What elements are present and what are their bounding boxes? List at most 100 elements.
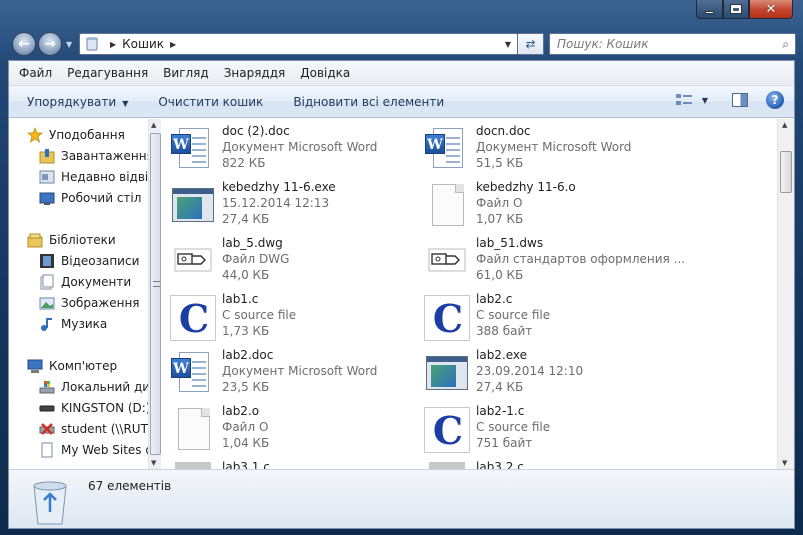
sidebar-item-music[interactable]: Музика [39,314,107,334]
file-size: 1,07 КБ [476,212,524,226]
file-item[interactable]: Wdocn.doc Документ Microsoft Word 51,5 КБ [423,123,673,179]
breadcrumb-chevron-icon[interactable]: ▶ [170,40,176,49]
change-view-icon[interactable] [675,93,692,107]
usb-drive-icon [39,405,55,412]
documents-icon [40,274,54,290]
scroll-grip [153,281,160,287]
back-arrow-icon: ← [18,36,30,52]
sidebar-label: My Web Sites on MSN [61,443,148,457]
menu-edit[interactable]: Редагування [67,66,148,80]
scroll-up-icon[interactable]: ▲ [782,121,787,129]
forward-arrow-icon: → [44,36,56,52]
minimize-button[interactable] [696,0,723,19]
caption-buttons: ✕ [696,0,793,19]
scroll-up-icon[interactable]: ▲ [151,121,156,129]
address-dropdown-icon[interactable]: ▼ [505,40,511,49]
file-meta: lab_5.dwg Файл DWG 44,0 КБ [222,235,289,291]
file-item[interactable]: Wlab2.doc Документ Microsoft Word 23,5 КБ [169,347,419,403]
search-icon[interactable]: ⌕ [782,37,789,52]
dwg-icon [423,238,471,286]
view-dropdown-icon[interactable]: ▼ [702,96,708,105]
sidebar-item-favorites[interactable]: Уподобання [27,125,125,145]
file-meta: docn.doc Документ Microsoft Word 51,5 КБ [476,123,631,179]
c-source-icon: C [423,294,471,342]
blank-file-icon [423,182,471,230]
item-count: 67 елементів [88,479,172,493]
back-button[interactable]: ← [12,32,36,56]
file-item[interactable]: Clab2.c C source file 388 байт [423,291,673,347]
file-name: docn.doc [476,124,531,138]
breadcrumb-recycle-bin[interactable]: Кошик [122,37,164,51]
file-name: lab_5.dwg [222,236,283,250]
file-item[interactable]: lab3.2.c [423,459,673,469]
close-button[interactable]: ✕ [749,0,793,19]
file-meta: lab2-1.c C source file 751 байт [476,403,550,459]
file-item[interactable]: kebedzhy 11-6.o Файл O 1,07 КБ [423,179,673,235]
downloads-folder-icon [39,149,55,164]
sidebar-label: Музика [61,317,108,331]
file-type: 15.12.2014 12:13 [222,196,330,210]
empty-recycle-bin-button[interactable]: Очистити кошик [158,95,263,109]
sidebar-label: Бібліотеки [49,233,116,247]
file-item[interactable]: kebedzhy 11-6.exe 15.12.2014 12:13 27,4 КБ [169,179,419,235]
sidebar-item-kingston[interactable]: KINGSTON (D:) [39,398,148,418]
details-pane: 67 елементів [9,469,794,528]
sidebar-label: Локальний диск (C:) [61,380,148,394]
file-item[interactable]: Clab1.c C source file 1,73 КБ [169,291,419,347]
menu-view[interactable]: Вигляд [163,66,209,80]
restore-all-button[interactable]: Відновити всі елементи [293,95,444,109]
sidebar-item-computer[interactable]: Комп'ютер [27,356,117,376]
organize-button[interactable]: Упорядкувати ▼ [27,95,128,109]
scroll-down-icon[interactable]: ▼ [151,459,156,467]
explorer-client: Файл Редагування Вигляд Знаряддя Довідка… [8,60,795,529]
sidebar-item-libraries[interactable]: Бібліотеки [27,230,116,250]
sidebar-item-my-web-sites[interactable]: My Web Sites on MSN [39,440,148,460]
address-bar[interactable]: ▶ Кошик ▶ ▼ [79,33,518,55]
file-name: kebedzhy 11-6.o [476,180,576,194]
sidebar-item-network-drive[interactable]: student (\\RUTH [39,419,148,439]
forward-button[interactable]: → [38,32,62,56]
search-input[interactable]: Пошук: Кошик ⌕ [549,33,796,55]
scroll-down-icon[interactable]: ▼ [782,459,787,467]
recent-pages-dropdown[interactable]: ▼ [66,40,72,49]
navigation-pane: Уподобання Завантаження Недавно відвідан… [9,119,148,469]
menu-help[interactable]: Довідка [300,66,350,80]
desktop-icon [39,192,55,205]
sidebar-item-downloads[interactable]: Завантаження [39,146,148,166]
c-source-icon [169,462,217,469]
sidebar-label: Завантаження [61,149,148,163]
file-meta: doc (2).doc Документ Microsoft Word 822 КБ [222,123,377,179]
file-item[interactable]: Clab2-1.c C source file 751 байт [423,403,673,459]
refresh-button[interactable]: ⇄ [518,33,544,55]
sidebar-item-videos[interactable]: Відеозаписи [39,251,139,271]
menu-tools[interactable]: Знаряддя [224,66,286,80]
file-item[interactable]: lab2.exe 23.09.2014 12:10 27,4 КБ [423,347,673,403]
file-item[interactable]: lab2.o Файл O 1,04 КБ [169,403,419,459]
help-icon[interactable]: ? [766,91,784,109]
file-size: 27,4 КБ [222,212,270,226]
file-item[interactable]: lab3.1.c [169,459,419,469]
libraries-icon [27,233,43,248]
preview-pane-icon[interactable] [732,93,748,107]
menu-file[interactable]: Файл [19,66,52,80]
file-list-scrollbar[interactable]: ▲ ▼ [777,119,794,469]
file-item[interactable]: lab_51.dws Файл стандартов оформления ...… [423,235,685,291]
file-type: Файл O [222,420,269,434]
file-size: 1,04 КБ [222,436,270,450]
file-type: Документ Microsoft Word [476,140,632,154]
scroll-thumb[interactable] [150,133,161,455]
file-item[interactable]: lab_5.dwg Файл DWG 44,0 КБ [169,235,419,291]
scroll-thumb[interactable] [780,151,792,193]
file-item[interactable]: Wdoc (2).doc Документ Microsoft Word 822 К… [169,123,419,179]
breadcrumb-separator-icon[interactable]: ▶ [110,40,116,49]
maximize-button[interactable] [723,0,749,19]
sidebar-item-desktop[interactable]: Робочий стіл [39,188,141,208]
sidebar-item-pictures[interactable]: Зображення [39,293,140,313]
c-source-icon: C [169,294,217,342]
sidebar-label: student (\\RUTH [61,422,148,436]
sidebar-item-local-disk[interactable]: Локальний диск (C:) [39,377,148,397]
navigation-pane-scrollbar[interactable]: ▲ ▼ [148,119,161,469]
sidebar-item-documents[interactable]: Документи [39,272,131,292]
sidebar-item-recent-places[interactable]: Недавно відвідані [39,167,148,187]
computer-icon [27,359,43,373]
